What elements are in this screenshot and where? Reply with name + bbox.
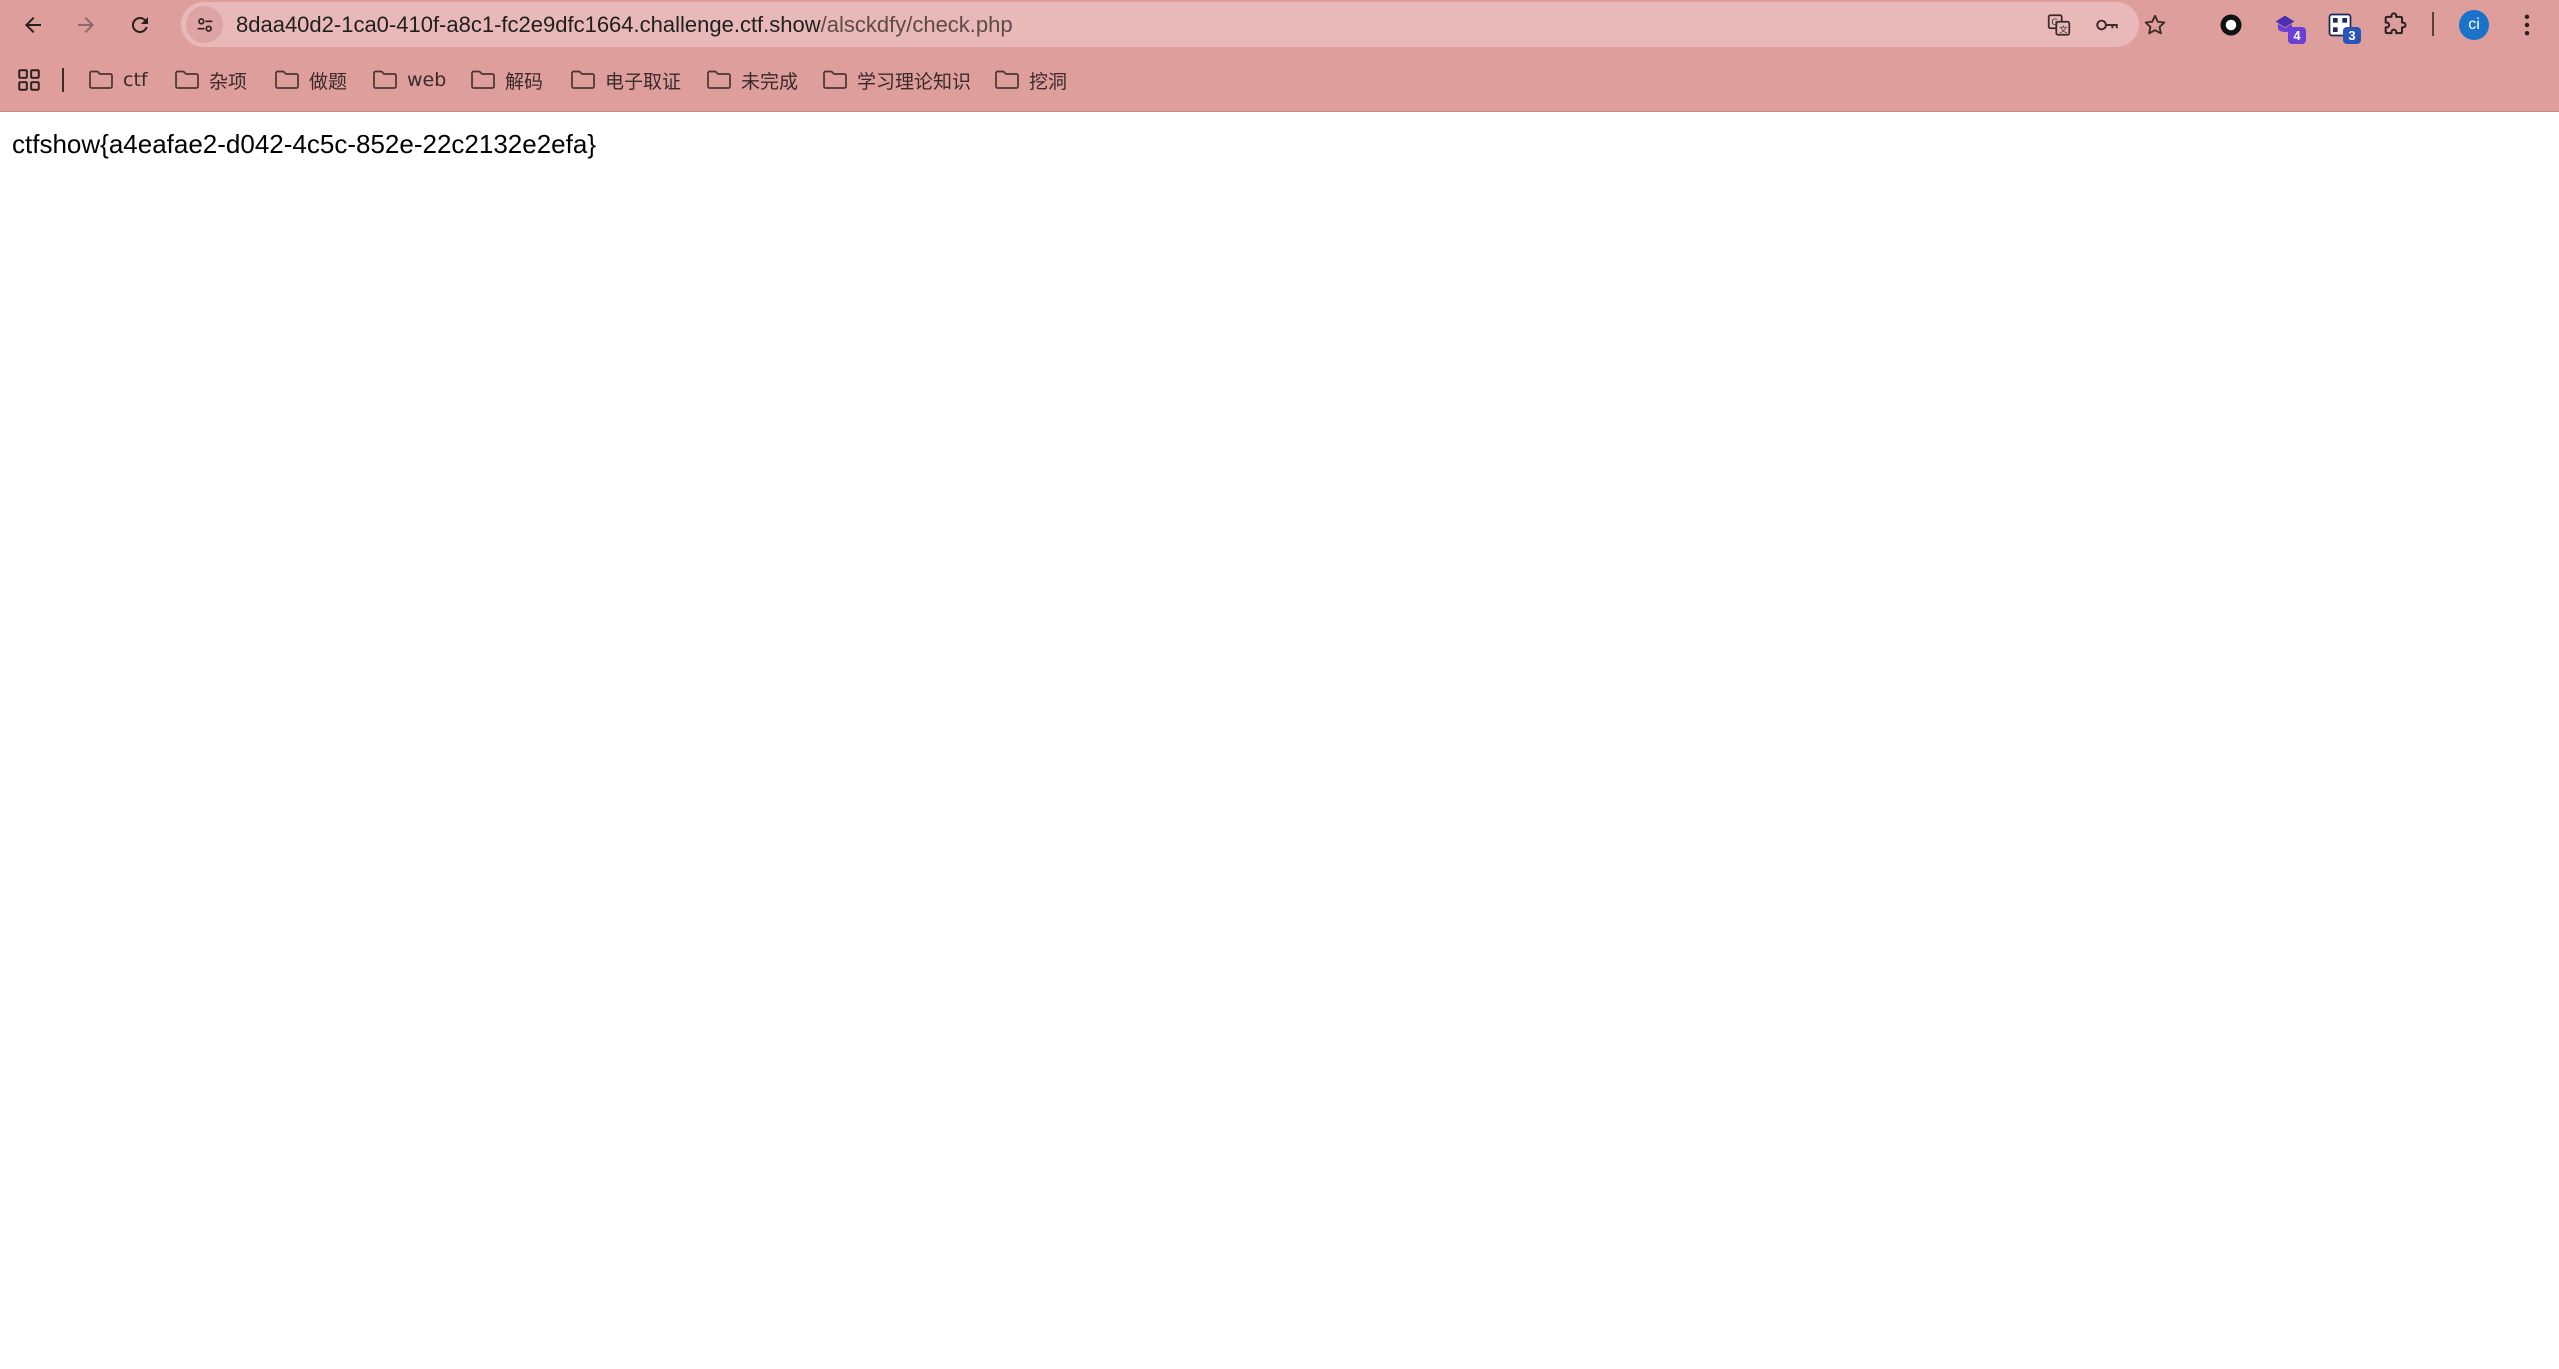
folder-icon	[707, 70, 731, 89]
folder-icon	[471, 70, 495, 89]
extension-shield[interactable]: 4	[2268, 8, 2306, 44]
bookmark-label: ctf	[123, 69, 148, 91]
url-path: /alsckdfy/check.php	[820, 12, 1013, 37]
url-text[interactable]: 8daa40d2-1ca0-410f-a8c1-fc2e9dfc1664.cha…	[236, 2, 1013, 47]
folder-icon	[823, 70, 847, 89]
browser-menu-button[interactable]	[2510, 8, 2544, 42]
folder-icon	[995, 70, 1019, 89]
bookmark-folder-practice[interactable]: 做题	[274, 62, 347, 98]
bookmark-label: 做题	[309, 70, 348, 93]
address-bar[interactable]: 8daa40d2-1ca0-410f-a8c1-fc2e9dfc1664.cha…	[181, 2, 2166, 47]
arrow-right-icon	[78, 17, 94, 33]
tune-icon	[197, 17, 212, 32]
password-button[interactable]	[2092, 10, 2122, 40]
svg-text:G: G	[2051, 18, 2058, 28]
bookmark-folder-unfinished[interactable]: 未完成	[706, 62, 798, 98]
more-vert-icon	[2524, 14, 2530, 36]
bookmark-folder-bughunting[interactable]: 挖洞	[994, 62, 1067, 98]
translate-icon: G 文	[2047, 14, 2071, 36]
bookmark-folder-ctf[interactable]: ctf	[88, 62, 148, 98]
folder-icon	[175, 70, 199, 89]
bookmark-label: 挖洞	[1029, 70, 1068, 93]
translate-button[interactable]: G 文	[2044, 10, 2074, 40]
toolbar: 8daa40d2-1ca0-410f-a8c1-fc2e9dfc1664.cha…	[0, 0, 2559, 50]
page-content: ctfshow{a4eafae2-d042-4c5c-852e-22c2132e…	[0, 113, 2559, 1369]
url-host: 8daa40d2-1ca0-410f-a8c1-fc2e9dfc1664.cha…	[236, 12, 821, 37]
bookmark-folder-decode[interactable]: 解码	[470, 62, 543, 98]
arrow-left-icon	[25, 17, 41, 33]
star-icon	[2144, 14, 2166, 35]
back-button[interactable]	[15, 7, 51, 43]
key-icon	[2096, 19, 2118, 31]
bookmark-star-button[interactable]	[2140, 10, 2170, 40]
bookmark-label: 电子取证	[605, 70, 682, 93]
bookmark-label: 杂项	[209, 70, 248, 93]
bookmark-folder-theory[interactable]: 学习理论知识	[822, 62, 971, 98]
apps-grid-icon[interactable]	[16, 67, 42, 93]
folder-icon	[571, 70, 595, 89]
svg-text:文: 文	[2059, 24, 2068, 36]
folder-icon	[275, 70, 299, 89]
bookmark-folder-web[interactable]: web	[372, 62, 446, 98]
forward-button[interactable]	[68, 7, 104, 43]
site-info-button[interactable]	[186, 6, 223, 43]
extension-qr[interactable]: 3	[2323, 8, 2361, 44]
flag-text: ctfshow{a4eafae2-d042-4c5c-852e-22c2132e…	[12, 129, 597, 159]
bookmark-label: web	[407, 69, 447, 91]
bookmark-label: 未完成	[741, 70, 799, 93]
folder-icon	[89, 70, 113, 89]
extension-badge: 3	[2343, 27, 2361, 44]
browser-chrome: 8daa40d2-1ca0-410f-a8c1-fc2e9dfc1664.cha…	[0, 0, 2559, 112]
circle-extension-icon	[2220, 14, 2242, 36]
extension-badge: 4	[2288, 27, 2306, 44]
extension-circle[interactable]	[2214, 8, 2248, 42]
bookmark-folder-misc[interactable]: 杂项	[174, 62, 247, 98]
reload-button[interactable]	[122, 7, 158, 43]
bookmark-folder-forensics[interactable]: 电子取证	[570, 62, 681, 98]
bookmarks-bar: ctf 杂项 做题 web 解码 电子取证 未完成 学习理论知识 挖洞	[0, 62, 2559, 98]
profile-avatar[interactable]: ci	[2459, 10, 2489, 40]
bookmark-label: 学习理论知识	[857, 70, 972, 93]
bookmarks-separator	[62, 68, 64, 92]
extensions-menu-button[interactable]	[2378, 8, 2412, 42]
reload-icon	[131, 16, 148, 33]
puzzle-icon	[2384, 12, 2407, 35]
folder-icon	[373, 70, 397, 89]
toolbar-divider	[2432, 12, 2434, 36]
bookmark-label: 解码	[505, 70, 544, 93]
